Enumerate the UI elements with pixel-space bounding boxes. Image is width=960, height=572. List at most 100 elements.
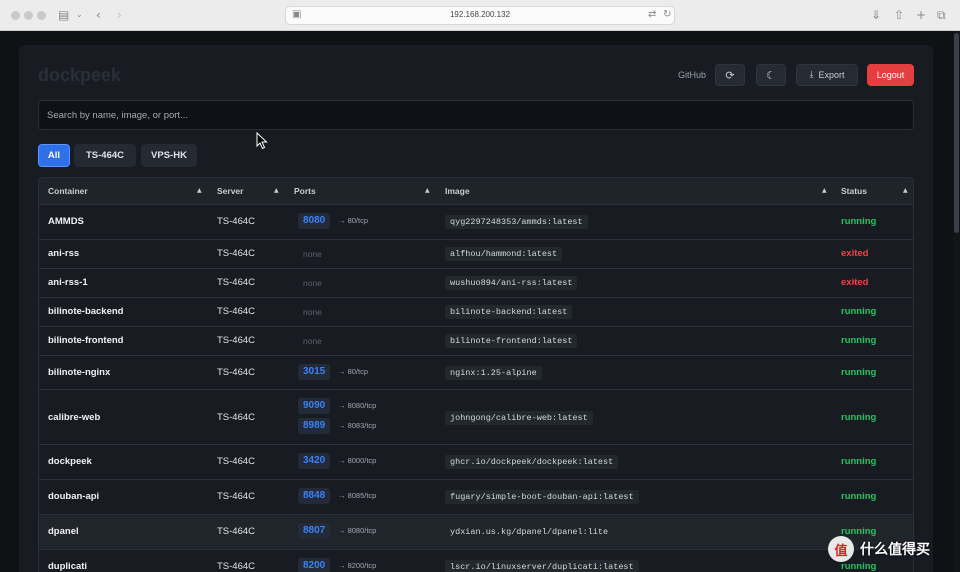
server-name: TS-464C bbox=[217, 491, 256, 502]
logout-button[interactable]: Logout bbox=[867, 64, 914, 86]
watermark-text: 什么值得买 bbox=[860, 542, 930, 558]
container-name: dpanel bbox=[48, 526, 79, 537]
port-link[interactable]: 3420 bbox=[298, 453, 331, 469]
image-name: nginx:1.25-alpine bbox=[445, 366, 542, 380]
image-name: ghcr.io/dockpeek/dockpeek:latest bbox=[445, 455, 619, 469]
port-mapping: 8200 → 8200/tcp bbox=[298, 558, 438, 572]
reload-icon[interactable]: ↻ bbox=[663, 9, 671, 20]
header-status[interactable]: Status bbox=[841, 186, 867, 196]
translate-icon[interactable]: ⇄ bbox=[648, 9, 656, 20]
refresh-button[interactable]: ⟳ bbox=[715, 64, 745, 86]
server-name: TS-464C bbox=[217, 335, 256, 346]
header-container[interactable]: Container bbox=[48, 186, 88, 196]
container-name: calibre-web bbox=[48, 412, 101, 423]
image-name: alfhou/hammond:latest bbox=[445, 247, 563, 261]
chevron-down-icon[interactable]: ⌄ bbox=[76, 7, 83, 23]
container-name: bilinote-nginx bbox=[48, 367, 111, 378]
table-row[interactable]: dpanel TS-464C 8807 → 8080/tcp ydxian.us… bbox=[38, 515, 914, 550]
table-row[interactable]: bilinote-nginx TS-464C 3015 → 80/tcp ngi… bbox=[38, 356, 914, 390]
ports-cell: 8848 → 8085/tcp bbox=[298, 488, 438, 508]
sidebar-toggle-icon[interactable]: ▤ bbox=[58, 7, 69, 23]
export-button[interactable]: ⤓ Export bbox=[796, 64, 858, 86]
back-icon[interactable]: ‹ bbox=[96, 7, 101, 23]
port-mapping: 8848 → 8085/tcp bbox=[298, 488, 438, 508]
status-badge: running bbox=[841, 456, 877, 467]
table-row[interactable]: ani-rss-1 TS-464C none wushuo894/ani-rss… bbox=[38, 269, 914, 298]
share-icon[interactable]: ⇧ bbox=[894, 7, 904, 23]
header-server[interactable]: Server bbox=[217, 186, 243, 196]
port-mapping: 8080 → 80/tcp bbox=[298, 213, 438, 233]
header-image[interactable]: Image bbox=[445, 186, 470, 196]
ports-none: none bbox=[303, 336, 322, 346]
port-link[interactable]: 8807 bbox=[298, 523, 331, 539]
sort-icon[interactable]: ▲ bbox=[197, 187, 202, 194]
table-row[interactable]: ani-rss TS-464C none alfhou/hammond:late… bbox=[38, 240, 914, 269]
filter-tab-all[interactable]: All bbox=[38, 144, 70, 167]
port-link[interactable]: 8200 bbox=[298, 558, 331, 572]
table-row[interactable]: bilinote-backend TS-464C none bilinote-b… bbox=[38, 298, 914, 327]
browser-toolbar: ▤ ⌄ ‹ › ▣ 192.168.200.132 ⇄ ↻ ⇓ ⇧ + ⧉ bbox=[0, 0, 960, 31]
sort-icon[interactable]: ▲ bbox=[274, 187, 279, 194]
minimize-window-button[interactable] bbox=[24, 11, 33, 20]
port-target: → 80/tcp bbox=[338, 216, 369, 225]
port-mapping: 9090 → 8080/tcp bbox=[298, 398, 438, 418]
port-link[interactable]: 9090 bbox=[298, 398, 331, 414]
port-target: → 8200/tcp bbox=[338, 561, 377, 570]
github-link[interactable]: GitHub bbox=[678, 70, 706, 80]
port-link[interactable]: 8080 bbox=[298, 213, 331, 229]
table-row[interactable]: bilinote-frontend TS-464C none bilinote-… bbox=[38, 327, 914, 356]
table-row[interactable]: dockpeek TS-464C 3420 → 8000/tcp ghcr.io… bbox=[38, 445, 914, 480]
containers-table: Container ▲ Server ▲ Ports ▲ Image ▲ Sta… bbox=[38, 177, 914, 572]
table-row[interactable]: duplicati TS-464C 8200 → 8200/tcp lscr.i… bbox=[38, 550, 914, 572]
server-name: TS-464C bbox=[217, 561, 256, 572]
page-scrollbar[interactable] bbox=[953, 31, 960, 572]
image-name: bilinote-backend:latest bbox=[445, 305, 573, 319]
port-mapping: 8807 → 8080/tcp bbox=[298, 523, 438, 543]
forward-icon[interactable]: › bbox=[117, 7, 122, 23]
table-row[interactable]: AMMDS TS-464C 8080 → 80/tcp qyg229724835… bbox=[38, 205, 914, 240]
table-row[interactable]: calibre-web TS-464C 9090 → 8080/tcp 8989… bbox=[38, 390, 914, 445]
server-name: TS-464C bbox=[217, 412, 256, 423]
image-name: wushuo894/ani-rss:latest bbox=[445, 276, 578, 290]
status-badge: running bbox=[841, 216, 877, 227]
port-target: → 8080/tcp bbox=[338, 401, 377, 410]
close-window-button[interactable] bbox=[11, 11, 20, 20]
server-name: TS-464C bbox=[217, 367, 256, 378]
port-link[interactable]: 8989 bbox=[298, 418, 331, 434]
address-bar[interactable]: ▣ 192.168.200.132 ⇄ ↻ bbox=[285, 6, 675, 25]
mouse-cursor-icon bbox=[256, 132, 268, 150]
sort-icon[interactable]: ▲ bbox=[822, 187, 827, 194]
filter-tab-vps-hk[interactable]: VPS-HK bbox=[141, 144, 197, 167]
header-ports[interactable]: Ports bbox=[294, 186, 316, 196]
scroll-thumb[interactable] bbox=[954, 33, 959, 233]
image-name: qyg2297248353/ammds:latest bbox=[445, 215, 588, 229]
table-row[interactable]: douban-api TS-464C 8848 → 8085/tcp fugar… bbox=[38, 480, 914, 515]
server-name: TS-464C bbox=[217, 277, 256, 288]
image-name: fugary/simple-boot-douban-api:latest bbox=[445, 490, 639, 504]
filter-tab-ts-464c[interactable]: TS-464C bbox=[74, 144, 136, 167]
download-icon[interactable]: ⇓ bbox=[871, 7, 881, 23]
port-target: → 8080/tcp bbox=[338, 526, 377, 535]
ports-none: none bbox=[303, 249, 322, 259]
sort-icon[interactable]: ▲ bbox=[903, 187, 908, 194]
container-name: AMMDS bbox=[48, 216, 84, 227]
container-name: ani-rss bbox=[48, 248, 80, 259]
port-link[interactable]: 3015 bbox=[298, 364, 331, 380]
export-label: Export bbox=[818, 70, 845, 80]
port-link[interactable]: 8848 bbox=[298, 488, 331, 504]
port-target: → 80/tcp bbox=[338, 367, 369, 376]
sort-icon[interactable]: ▲ bbox=[425, 187, 430, 194]
tab-overview-icon[interactable]: ⧉ bbox=[937, 7, 946, 23]
search-input[interactable]: Search by name, image, or port... bbox=[38, 100, 914, 130]
theme-toggle-button[interactable]: ☾ bbox=[756, 64, 786, 86]
ports-cell: 9090 → 8080/tcp 8989 → 8083/tcp bbox=[298, 398, 438, 438]
status-badge: running bbox=[841, 412, 877, 423]
new-tab-icon[interactable]: + bbox=[916, 7, 926, 23]
status-badge: exited bbox=[841, 248, 869, 259]
ports-cell: 3015 → 80/tcp bbox=[298, 364, 438, 384]
image-name: lscr.io/linuxserver/duplicati:latest bbox=[445, 560, 639, 572]
port-target: → 8083/tcp bbox=[338, 421, 377, 430]
url-text: 192.168.200.132 bbox=[449, 10, 511, 19]
server-name: TS-464C bbox=[217, 526, 256, 537]
zoom-window-button[interactable] bbox=[37, 11, 46, 20]
